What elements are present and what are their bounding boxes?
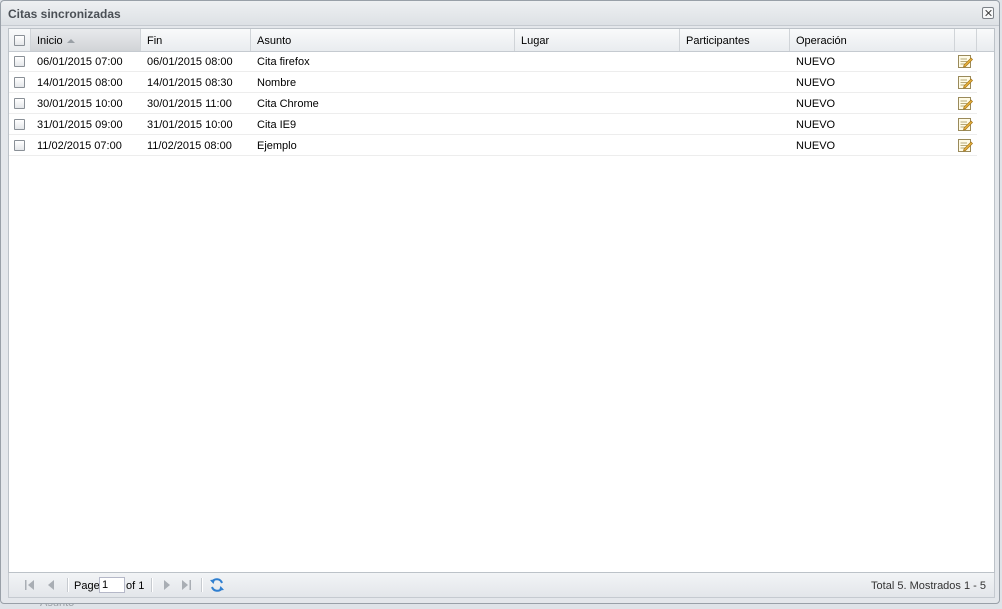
select-all-checkbox[interactable]	[14, 35, 25, 46]
edit-icon[interactable]	[957, 95, 973, 111]
cell-inicio: 06/01/2015 07:00	[37, 56, 123, 68]
next-page-icon[interactable]	[160, 579, 172, 591]
header-scroll-gap	[977, 29, 994, 52]
cell-operacion: NUEVO	[796, 119, 836, 131]
cell-operacion: NUEVO	[796, 98, 836, 110]
last-page-icon[interactable]	[180, 579, 192, 591]
column-header-actions	[955, 29, 977, 51]
cell-operacion: NUEVO	[796, 77, 836, 89]
cell-asunto: Cita firefox	[257, 56, 310, 68]
table-row[interactable]: 31/01/2015 09:00 31/01/2015 10:00 Cita I…	[9, 114, 977, 135]
edit-icon[interactable]	[957, 116, 973, 132]
row-checkbox[interactable]	[14, 98, 25, 109]
row-checkbox[interactable]	[14, 119, 25, 130]
page-count-label: of 1	[126, 580, 145, 592]
cell-fin: 06/01/2015 08:00	[147, 56, 233, 68]
edit-icon[interactable]	[957, 53, 973, 69]
row-checkbox[interactable]	[14, 140, 25, 151]
edit-icon[interactable]	[957, 74, 973, 90]
grid-header: Inicio Fin Asunto Lugar Participantes Op…	[9, 29, 977, 52]
table-row[interactable]: 30/01/2015 10:00 30/01/2015 11:00 Cita C…	[9, 93, 977, 114]
cell-operacion: NUEVO	[796, 140, 836, 152]
paging-toolbar: Page of 1 Total 5. Mostrados 1 - 5	[8, 573, 995, 598]
toolbar-separator	[67, 578, 69, 592]
sync-appointments-window: Citas sincronizadas Inicio Fin Asunto Lu…	[0, 0, 1000, 604]
column-header-label: Operación	[796, 35, 847, 47]
column-header-participantes[interactable]: Participantes	[680, 29, 790, 51]
refresh-icon[interactable]	[209, 577, 225, 593]
column-header-label: Inicio	[37, 35, 63, 47]
column-header-label: Lugar	[521, 35, 550, 47]
table-row[interactable]: 06/01/2015 07:00 06/01/2015 08:00 Cita f…	[9, 51, 977, 72]
paging-status: Total 5. Mostrados 1 - 5	[871, 580, 986, 592]
previous-page-icon[interactable]	[46, 579, 58, 591]
column-header-label: Asunto	[257, 35, 292, 47]
cell-inicio: 14/01/2015 08:00	[37, 77, 123, 89]
window-titlebar[interactable]: Citas sincronizadas	[1, 1, 999, 26]
table-row[interactable]: 14/01/2015 08:00 14/01/2015 08:30 Nombre…	[9, 72, 977, 93]
table-row[interactable]: 11/02/2015 07:00 11/02/2015 08:00 Ejempl…	[9, 135, 977, 156]
column-header-label: Fin	[147, 35, 163, 47]
toolbar-separator	[151, 578, 153, 592]
row-checkbox[interactable]	[14, 77, 25, 88]
column-header-label: Participantes	[686, 35, 750, 47]
column-header-operacion[interactable]: Operación	[790, 29, 955, 51]
cell-fin: 31/01/2015 10:00	[147, 119, 233, 131]
cell-fin: 14/01/2015 08:30	[147, 77, 233, 89]
cell-inicio: 11/02/2015 07:00	[37, 140, 122, 152]
first-page-icon[interactable]	[24, 579, 36, 591]
cell-asunto: Cita Chrome	[257, 98, 319, 110]
cell-asunto: Cita IE9	[257, 119, 297, 131]
cell-fin: 11/02/2015 08:00	[147, 140, 232, 152]
edit-icon[interactable]	[957, 137, 973, 153]
column-header-asunto[interactable]: Asunto	[251, 29, 515, 51]
column-header-fin[interactable]: Fin	[141, 29, 251, 51]
row-checkbox[interactable]	[14, 56, 25, 67]
cell-inicio: 31/01/2015 09:00	[37, 119, 123, 131]
cell-asunto: Ejemplo	[257, 140, 297, 152]
close-button[interactable]	[982, 7, 994, 19]
column-header-lugar[interactable]: Lugar	[515, 29, 680, 51]
cell-inicio: 30/01/2015 10:00	[37, 98, 123, 110]
toolbar-separator	[201, 578, 203, 592]
column-header-inicio[interactable]: Inicio	[31, 29, 141, 51]
sort-ascending-icon	[66, 39, 75, 43]
cell-operacion: NUEVO	[796, 56, 836, 68]
select-all-header	[9, 29, 31, 51]
cell-fin: 30/01/2015 11:00	[147, 98, 232, 110]
window-title: Citas sincronizadas	[8, 7, 121, 21]
cell-asunto: Nombre	[257, 77, 297, 89]
page-number-input[interactable]	[99, 577, 125, 593]
page-label: Page	[74, 580, 100, 592]
appointments-grid: Inicio Fin Asunto Lugar Participantes Op…	[8, 28, 995, 573]
